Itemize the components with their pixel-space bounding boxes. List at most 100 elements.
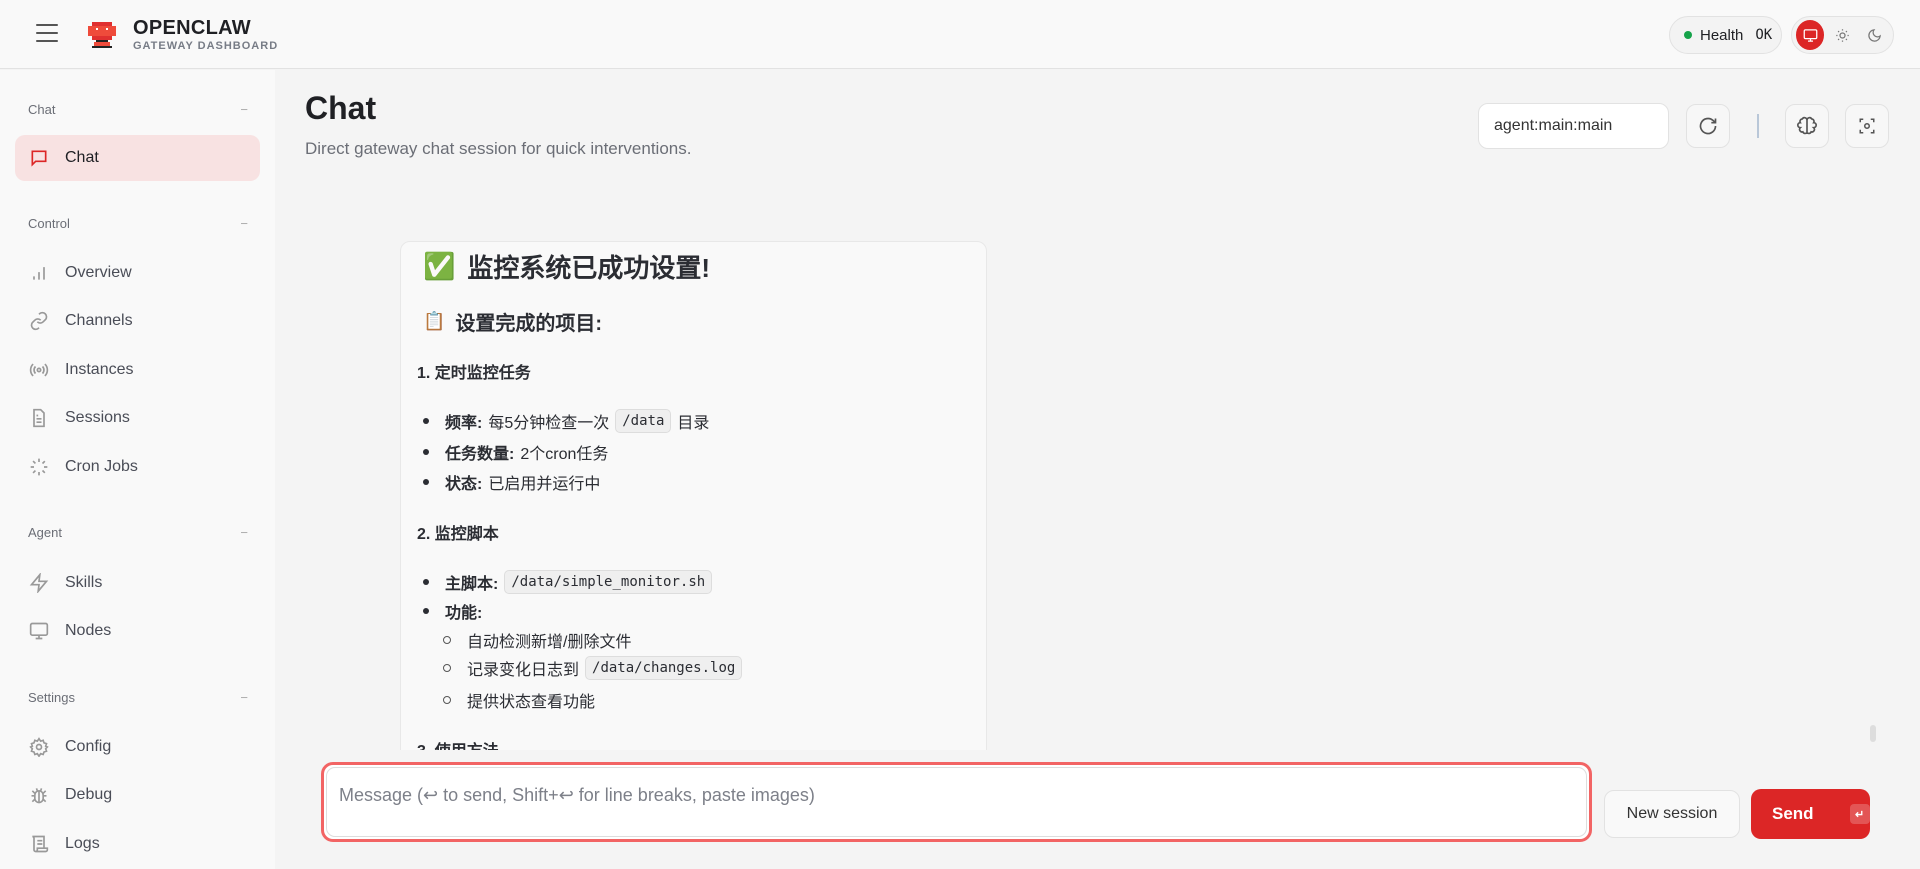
item-value: 2个cron任务 [520, 446, 609, 463]
status-dot-icon [1684, 31, 1692, 39]
top-bar: OPENCLAW GATEWAY DASHBOARD Health OK [0, 0, 1920, 69]
page-title: Chat [305, 90, 377, 126]
bar-chart-icon [33, 267, 45, 280]
collapse-icon[interactable]: − [240, 216, 248, 231]
scroll-icon [32, 835, 49, 853]
sidebar-item-label: Chat [65, 149, 99, 166]
sidebar-item-skills[interactable]: Skills [15, 560, 260, 606]
section-label: Agent [28, 525, 62, 540]
send-button[interactable]: Send ↵ [1751, 789, 1870, 839]
sidebar-item-channels[interactable]: Channels [15, 298, 260, 344]
collapse-icon[interactable]: − [240, 690, 248, 705]
section-heading: 2. 监控脚本 [417, 526, 499, 543]
health-label: Health [1700, 26, 1744, 44]
sidebar-item-label: Instances [65, 361, 134, 378]
refresh-icon [1699, 117, 1717, 135]
item-value: 已启用并运行中 [488, 476, 601, 493]
sidebar-item-logs[interactable]: Logs [15, 821, 260, 867]
link-icon [30, 311, 48, 331]
item-key: 状态: [445, 476, 483, 493]
sun-icon [1836, 28, 1849, 42]
collapse-icon[interactable]: − [240, 102, 248, 117]
list-item: 状态: 已启用并运行中 [423, 470, 600, 494]
item-value: 记录变化日志到 [467, 662, 580, 679]
loader-icon [30, 458, 48, 476]
subheading-text: 设置完成的项目: [455, 313, 603, 335]
sidebar-item-label: Cron Jobs [65, 458, 138, 475]
refresh-button[interactable] [1686, 104, 1730, 148]
openclaw-logo-icon [88, 22, 116, 48]
sub-list-item: 记录变化日志到/data/changes.log [443, 656, 743, 680]
list-item: 功能: [423, 599, 482, 623]
menu-toggle-button[interactable] [36, 24, 58, 42]
item-value: 目录 [677, 415, 710, 432]
item-key: 功能: [445, 605, 483, 622]
sidebar-item-label: Nodes [65, 622, 112, 639]
sidebar-item-chat[interactable]: Chat [15, 135, 260, 181]
brand-subtitle: GATEWAY DASHBOARD [133, 40, 279, 52]
sidebar-item-cron-jobs[interactable]: Cron Jobs [15, 444, 260, 490]
file-icon [33, 408, 45, 428]
section-label: Control [28, 216, 70, 231]
collapse-icon[interactable]: − [240, 525, 248, 540]
zap-icon [29, 573, 49, 593]
session-select[interactable]: agent:main:main [1478, 103, 1669, 149]
sidebar-item-label: Sessions [65, 409, 130, 426]
sidebar-item-label: Skills [65, 574, 103, 591]
item-key: 主脚本: [445, 576, 499, 593]
monitor-icon [29, 622, 49, 640]
sidebar-item-overview[interactable]: Overview [15, 250, 260, 296]
clipboard-icon: 📋 [423, 311, 446, 331]
sidebar-item-instances[interactable]: Instances [15, 347, 260, 393]
thinking-toggle-button[interactable] [1785, 104, 1829, 148]
section-label: Chat [28, 102, 56, 117]
sidebar: Chat − Chat Control − Overview Channels In… [0, 70, 275, 869]
send-label: Send [1772, 804, 1814, 823]
chat-scrollbar[interactable] [1870, 725, 1876, 742]
focus-icon [1859, 118, 1875, 134]
inline-code: /data/simple_monitor.sh [504, 570, 713, 594]
check-mark-icon: ✅ [423, 251, 456, 281]
bug-icon [31, 788, 47, 804]
page-subtitle: Direct gateway chat session for quick in… [305, 139, 692, 158]
focus-mode-button[interactable] [1845, 104, 1889, 148]
sidebar-item-debug[interactable]: Debug [15, 772, 260, 818]
sidebar-item-nodes[interactable]: Nodes [15, 608, 260, 654]
item-key: 任务数量: [445, 446, 515, 463]
item-value: 自动检测新增/删除文件 [467, 634, 632, 651]
assistant-message: ✅ 监控系统已成功设置! 📋 设置完成的项目: 1. 定时监控任务 频率: 每5分钟检… [400, 241, 987, 750]
sidebar-item-label: Overview [65, 264, 132, 281]
gear-icon [29, 737, 49, 757]
enter-key-icon: ↵ [1849, 804, 1870, 824]
theme-light-button[interactable] [1828, 20, 1856, 50]
monitor-icon [1803, 28, 1818, 42]
chat-thread[interactable]: ✅ 监控系统已成功设置! 📋 设置完成的项目: 1. 定时监控任务 频率: 每5分钟检… [275, 160, 1920, 750]
sidebar-item-label: Logs [65, 835, 100, 852]
inline-code: /data/changes.log [585, 656, 743, 680]
list-item: 主脚本: /data/simple_monitor.sh [423, 570, 713, 594]
brand-name: OPENCLAW [133, 17, 251, 39]
theme-dark-button[interactable] [1861, 20, 1889, 50]
sidebar-item-label: Config [65, 738, 112, 755]
health-status: OK [1755, 27, 1773, 43]
message-input[interactable] [326, 767, 1587, 837]
sub-list-item: 提供状态查看功能 [443, 688, 595, 712]
sidebar-section-control[interactable]: Control − [28, 216, 248, 231]
inline-code: /data [615, 409, 672, 433]
sidebar-section-chat[interactable]: Chat − [28, 102, 248, 117]
new-session-button[interactable]: New session [1604, 790, 1740, 838]
section-heading: 3. 使用方法 [417, 737, 499, 750]
moon-icon [1868, 28, 1882, 42]
sidebar-item-config[interactable]: Config [15, 724, 260, 770]
toolbar-divider [1757, 114, 1759, 138]
sidebar-item-sessions[interactable]: Sessions [15, 395, 260, 441]
theme-system-button[interactable] [1796, 20, 1825, 50]
list-item: 频率: 每5分钟检查一次/data 目录 [423, 409, 709, 433]
sidebar-section-agent[interactable]: Agent − [28, 525, 248, 540]
message-composer [321, 762, 1592, 842]
theme-switcher [1791, 16, 1894, 54]
sidebar-section-settings[interactable]: Settings − [28, 690, 248, 705]
item-value: 每5分钟检查一次 [488, 415, 610, 432]
heading-text: 监控系统已成功设置! [467, 253, 711, 283]
section-label: Settings [28, 690, 75, 705]
